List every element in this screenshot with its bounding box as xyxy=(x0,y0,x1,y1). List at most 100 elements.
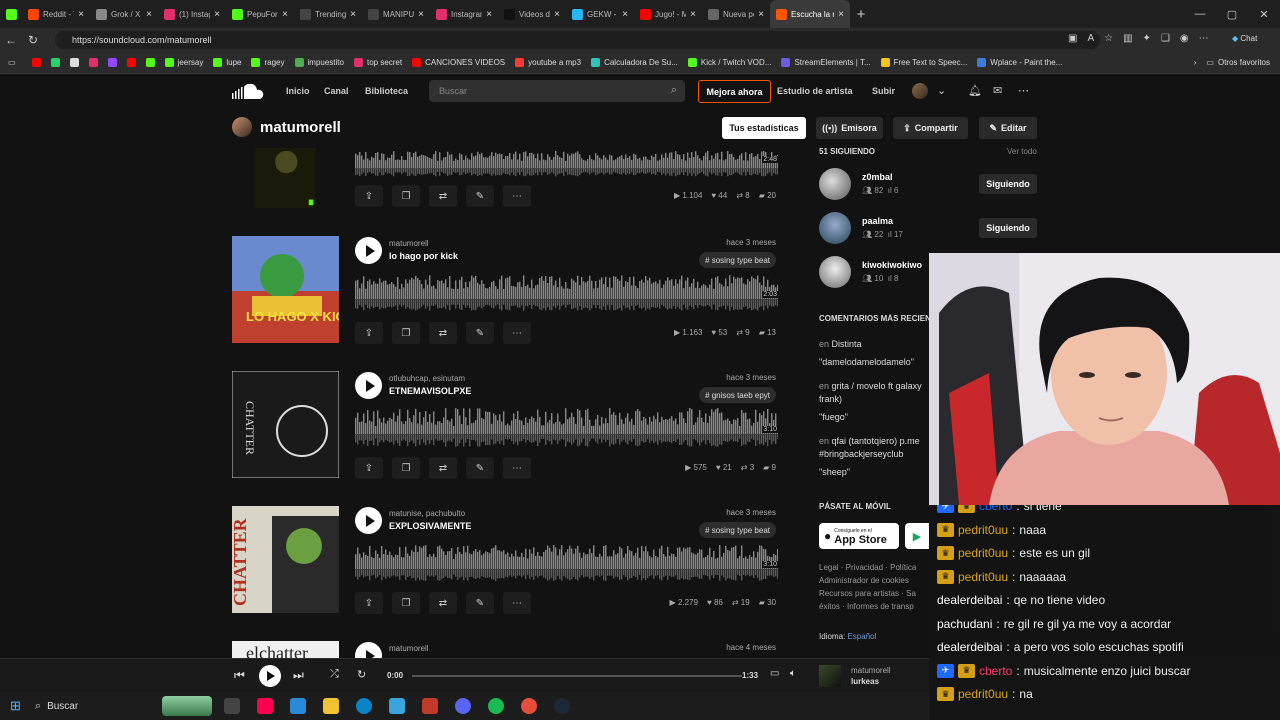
tab-close-icon[interactable]: × xyxy=(554,9,560,20)
copy-link-icon[interactable]: ❐ xyxy=(392,592,420,614)
track-user[interactable]: matumorell xyxy=(389,239,429,248)
track-title[interactable]: lo hago por kick xyxy=(389,251,458,261)
comments-stat[interactable]: ▰ 9 xyxy=(763,463,776,472)
play-button[interactable] xyxy=(259,665,281,687)
track-user[interactable]: matunise, pachubulto xyxy=(389,509,465,518)
more-options-icon[interactable]: ⋯ xyxy=(1018,84,1029,97)
reposts-stat[interactable]: ⇄ 19 xyxy=(732,598,750,607)
comment-track[interactable]: grita / movelo ft galaxy frank) xyxy=(819,381,922,404)
edit-button[interactable]: ✎ Editar xyxy=(979,117,1037,139)
video-app-icon[interactable] xyxy=(422,698,439,714)
browser-tab[interactable]: Jugo! - Musica× xyxy=(634,0,702,28)
browser-tab[interactable] xyxy=(0,0,22,28)
track-play-button[interactable] xyxy=(355,237,382,264)
reposts-stat[interactable]: ⇄ 3 xyxy=(741,463,754,472)
chat-username[interactable]: dealerdeibai xyxy=(937,640,1002,654)
share-icon[interactable]: ⇪ xyxy=(355,592,383,614)
comment-text[interactable]: "fuego" xyxy=(819,411,929,424)
copilot-chat-button[interactable]: ◆ Chat xyxy=(1232,34,1257,43)
following-button[interactable]: Siguiendo xyxy=(979,218,1037,238)
artist-studio-link[interactable]: Estudio de artista xyxy=(777,86,853,96)
chat-username[interactable]: cberto xyxy=(979,505,1012,513)
track-artwork[interactable]: LO HAGO X KICK xyxy=(232,236,339,343)
comment-text[interactable]: "damelodamelodamelo" xyxy=(819,356,929,369)
taskbar-search[interactable]: Buscar xyxy=(47,701,162,712)
more-options-icon[interactable]: ⋯ xyxy=(503,185,531,207)
tab-close-icon[interactable]: × xyxy=(350,9,356,20)
read-aloud-icon[interactable]: A xyxy=(1087,33,1094,44)
chat-username[interactable]: pachudani xyxy=(937,617,992,631)
extensions-icon[interactable]: ✦ xyxy=(1143,33,1151,44)
progress-bar[interactable] xyxy=(412,675,742,677)
tab-close-icon[interactable]: × xyxy=(690,9,696,20)
likes-stat[interactable]: ♥ 86 xyxy=(707,598,723,607)
copy-link-icon[interactable]: ❐ xyxy=(392,457,420,479)
shuffle-icon[interactable]: ⤮ xyxy=(330,668,339,681)
more-icon[interactable]: ⋯ xyxy=(1199,33,1209,44)
browser-tab[interactable]: Reddit - The h × xyxy=(22,0,90,28)
track-waveform[interactable] xyxy=(355,148,778,178)
edge-icon[interactable] xyxy=(356,698,373,714)
tab-close-icon[interactable]: × xyxy=(622,9,628,20)
tab-close-icon[interactable]: × xyxy=(214,9,220,20)
bookmark-item[interactable]: Free Text to Speec... xyxy=(880,58,967,67)
copy-link-icon[interactable]: ❐ xyxy=(392,322,420,344)
artist-resources-link[interactable]: Recursos para artistas · Sa xyxy=(819,587,929,600)
nav-library-link[interactable]: Biblioteca xyxy=(365,86,408,96)
nav-feed-link[interactable]: Canal xyxy=(324,86,349,96)
bookmark-item[interactable] xyxy=(88,58,98,67)
more-options-icon[interactable]: ⋯ xyxy=(503,592,531,614)
browser-tab[interactable]: MANIPULATIN× xyxy=(362,0,430,28)
track-waveform[interactable] xyxy=(355,271,778,313)
chat-username[interactable]: pedrit0uu xyxy=(958,687,1008,701)
bookmark-item[interactable]: ragey xyxy=(251,58,285,67)
track-tag[interactable]: # sosing type beat xyxy=(699,522,776,538)
split-screen-icon[interactable]: ▥ xyxy=(1123,33,1132,44)
track-artwork[interactable]: CHATTER xyxy=(232,506,339,613)
reposts-stat[interactable]: ⇄ 8 xyxy=(736,191,749,200)
comments-stat[interactable]: ▰ 20 xyxy=(759,191,776,200)
file-explorer-icon[interactable] xyxy=(323,698,340,714)
bookmark-item[interactable] xyxy=(69,58,79,67)
share-icon[interactable]: ⇪ xyxy=(355,457,383,479)
discord-icon[interactable] xyxy=(455,698,472,714)
share-icon[interactable]: ⇪ xyxy=(355,185,383,207)
tab-close-icon[interactable]: × xyxy=(282,9,288,20)
google-play-button[interactable]: ▶ xyxy=(905,523,929,549)
track-user[interactable]: otlubuhcap, esinutam xyxy=(389,374,465,383)
more-options-icon[interactable]: ⋯ xyxy=(503,322,531,344)
tab-close-icon[interactable]: × xyxy=(146,9,152,20)
bookmark-item[interactable] xyxy=(31,58,41,67)
cookie-manager-link[interactable]: Administrador de cookies xyxy=(819,574,929,587)
track-artwork[interactable] xyxy=(232,148,339,208)
back-icon[interactable]: ← xyxy=(0,33,22,47)
chat-username[interactable]: pedrit0uu xyxy=(958,570,1008,584)
task-view-icon[interactable] xyxy=(224,698,241,714)
repeat-icon[interactable]: ↻ xyxy=(357,668,366,681)
following-name[interactable]: kiwokiwokiwo xyxy=(862,260,922,270)
likes-stat[interactable]: ♥ 53 xyxy=(711,328,727,337)
comments-stat[interactable]: ▰ 13 xyxy=(759,328,776,337)
bookmark-item[interactable] xyxy=(50,58,60,67)
bookmarks-overflow-icon[interactable]: › xyxy=(1194,58,1197,67)
reposts-stat[interactable]: ⇄ 9 xyxy=(736,328,749,337)
browser-tab[interactable]: Grok / X × xyxy=(90,0,158,28)
track-tag[interactable]: # sosing type beat xyxy=(699,252,776,268)
close-window-icon[interactable]: ✕ xyxy=(1248,8,1280,21)
comment-text[interactable]: "sheep" xyxy=(819,466,929,479)
search-input[interactable]: Buscar ⌕ xyxy=(429,80,685,102)
bookmark-item[interactable]: Calculadora De Su... xyxy=(591,58,678,67)
edge-dev-icon[interactable] xyxy=(290,698,307,714)
search-icon[interactable]: ⌕ xyxy=(671,84,677,97)
upgrade-button[interactable]: Mejora ahora xyxy=(698,80,771,103)
share-button[interactable]: ⇪ Compartir xyxy=(893,117,968,139)
edit-pencil-icon[interactable]: ✎ xyxy=(466,322,494,344)
bookmark-item[interactable]: top secret xyxy=(353,58,402,67)
bookmark-item[interactable]: CANCIONES VIDEOS xyxy=(412,58,505,67)
browser-tab[interactable]: Trending Emo× xyxy=(294,0,362,28)
chat-username[interactable]: cberto xyxy=(979,664,1012,678)
minimize-icon[interactable]: — xyxy=(1184,8,1216,20)
following-name[interactable]: z0mbal xyxy=(862,172,893,182)
now-playing-art[interactable] xyxy=(819,665,841,687)
track-title[interactable]: ETNEMAVISOLPXE xyxy=(389,386,471,396)
